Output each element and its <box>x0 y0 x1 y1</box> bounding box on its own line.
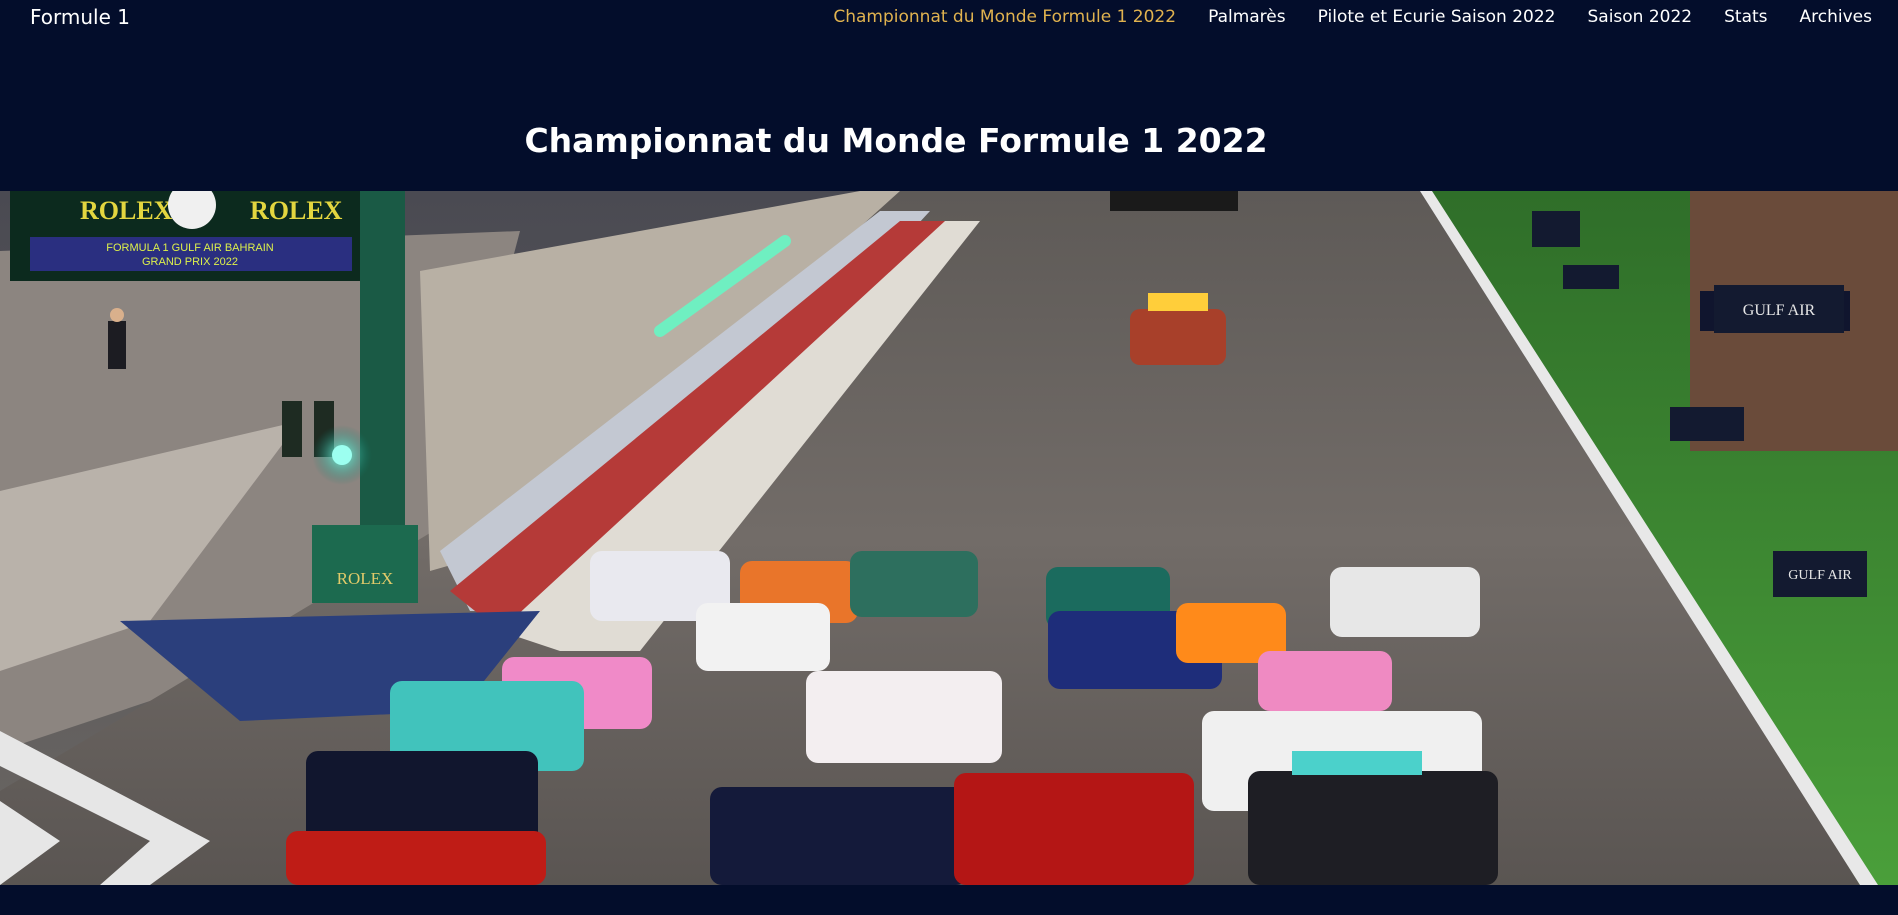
nav-link-archives[interactable]: Archives <box>1800 7 1872 27</box>
nav-link-stats[interactable]: Stats <box>1724 7 1767 27</box>
screen-line-1: FORMULA 1 GULF AIR BAHRAIN <box>106 242 274 254</box>
top-navbar: Formule 1 Championnat du Monde Formule 1… <box>0 0 1898 34</box>
nav-links: Championnat du Monde Formule 1 2022 Palm… <box>801 7 1872 27</box>
rolex-box-sign: ROLEX <box>337 569 394 588</box>
hero-image: ROLEX ROLEX FORMULA 1 GULF AIR BAHRAIN G… <box>0 191 1898 885</box>
footer-band <box>0 885 1898 915</box>
screen-line-2: GRAND PRIX 2022 <box>142 256 238 268</box>
gulf-air-billboard-2: GULF AIR <box>1788 568 1852 583</box>
page-title: Championnat du Monde Formule 1 2022 <box>524 121 1268 160</box>
nav-link-championnat[interactable]: Championnat du Monde Formule 1 2022 <box>833 7 1176 27</box>
nav-link-pilote-ecurie[interactable]: Pilote et Ecurie Saison 2022 <box>1318 7 1556 27</box>
rolex-sign-left: ROLEX <box>80 196 173 225</box>
nav-link-saison-2022[interactable]: Saison 2022 <box>1587 7 1692 27</box>
race-start-photo: ROLEX ROLEX FORMULA 1 GULF AIR BAHRAIN G… <box>0 191 1898 885</box>
brand-link[interactable]: Formule 1 <box>30 5 130 29</box>
rolex-sign-right: ROLEX <box>250 196 343 225</box>
nav-link-palmares[interactable]: Palmarès <box>1208 7 1286 27</box>
gulf-air-billboard-1: GULF AIR <box>1743 302 1816 319</box>
